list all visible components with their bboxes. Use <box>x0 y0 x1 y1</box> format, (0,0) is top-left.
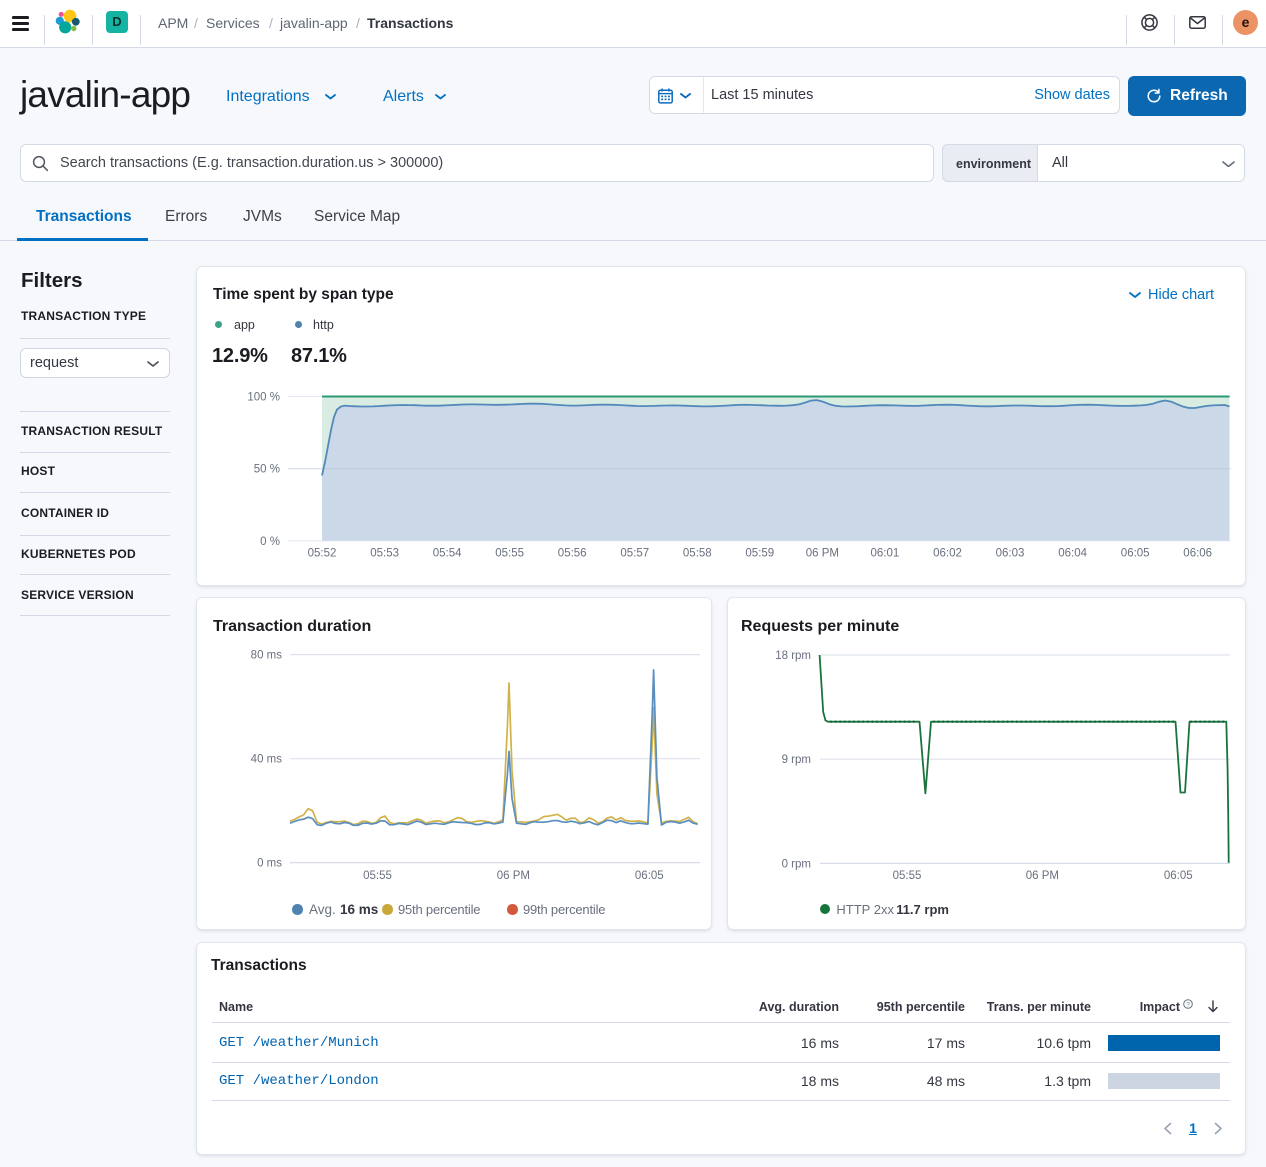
svg-text:05:58: 05:58 <box>683 548 712 560</box>
svg-text:06 PM: 06 PM <box>1026 870 1059 882</box>
svg-text:06:05: 06:05 <box>1121 548 1150 560</box>
svg-text:05:56: 05:56 <box>558 548 587 560</box>
svg-text:06:01: 06:01 <box>871 548 900 560</box>
svg-text:06:06: 06:06 <box>1183 548 1212 560</box>
svg-text:05:59: 05:59 <box>745 548 774 560</box>
svg-text:05:57: 05:57 <box>620 548 649 560</box>
svg-text:80 ms: 80 ms <box>251 650 283 662</box>
svg-text:06:05: 06:05 <box>635 870 664 882</box>
svg-text:06 PM: 06 PM <box>806 548 839 560</box>
svg-text:06 PM: 06 PM <box>497 870 530 882</box>
svg-text:06:02: 06:02 <box>933 548 962 560</box>
svg-text:05:54: 05:54 <box>433 548 462 560</box>
svg-text:0 %: 0 % <box>260 536 280 548</box>
svg-text:0 ms: 0 ms <box>257 858 282 870</box>
svg-text:06:04: 06:04 <box>1058 548 1087 560</box>
svg-text:05:55: 05:55 <box>363 870 392 882</box>
svg-text:05:55: 05:55 <box>495 548 524 560</box>
svg-text:05:52: 05:52 <box>308 548 337 560</box>
svg-text:100 %: 100 % <box>247 392 280 404</box>
svg-text:06:05: 06:05 <box>1164 870 1193 882</box>
svg-text:05:55: 05:55 <box>893 870 922 882</box>
svg-text:18 rpm: 18 rpm <box>775 650 811 662</box>
svg-text:40 ms: 40 ms <box>251 754 283 766</box>
svg-text:0 rpm: 0 rpm <box>782 858 811 870</box>
svg-text:50 %: 50 % <box>254 464 280 476</box>
svg-text:05:53: 05:53 <box>370 548 399 560</box>
svg-text:06:03: 06:03 <box>996 548 1025 560</box>
svg-text:9 rpm: 9 rpm <box>782 754 811 766</box>
